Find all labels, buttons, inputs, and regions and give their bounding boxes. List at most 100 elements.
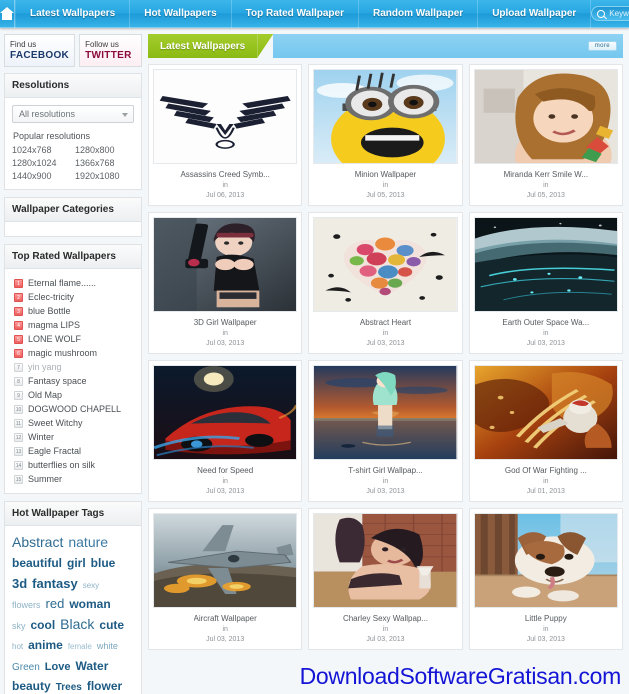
wallpaper-card[interactable]: Miranda Kerr Smile W... in Jul 05, 2013 [468, 64, 623, 206]
wallpaper-title[interactable]: Charley Sexy Wallpap... [343, 614, 428, 623]
wallpaper-card[interactable]: God Of War Fighting ... in Jul 01, 2013 [468, 360, 623, 502]
nav-item-upload-wallpaper[interactable]: Upload Wallpaper [478, 0, 592, 28]
top-rated-item[interactable]: 2 Eclec-tricity [12, 290, 134, 304]
wallpaper-thumbnail[interactable] [313, 217, 458, 312]
wallpaper-card[interactable]: Aircraft Wallpaper in Jul 03, 2013 [148, 508, 303, 650]
popular-resolutions-grid: 1024x768 1280x800 1280x1024 1366x768 144… [12, 144, 134, 182]
tag-link[interactable]: nature [68, 534, 108, 552]
top-rated-item[interactable]: 3 blue Bottle [12, 304, 134, 318]
more-button[interactable]: more [587, 41, 617, 51]
wallpaper-thumbnail[interactable] [153, 69, 298, 164]
tag-link[interactable]: cute [99, 618, 124, 633]
tag-link[interactable]: girl [67, 556, 86, 571]
wallpaper-title[interactable]: Assassins Creed Symb... [180, 170, 269, 179]
tag-link[interactable]: red [46, 596, 65, 613]
twitter-box[interactable]: Follow us TWITTER [79, 34, 142, 67]
wallpaper-title[interactable]: Aircraft Wallpaper [194, 614, 257, 623]
top-rated-item[interactable]: 7 yin yang [12, 360, 134, 374]
resolution-link[interactable]: 1440x900 [12, 170, 71, 182]
resolution-link[interactable]: 1280x1024 [12, 157, 71, 169]
resolution-select[interactable]: All resolutions [12, 105, 134, 123]
wallpaper-card[interactable]: Earth Outer Space Wa... in Jul 03, 2013 [468, 212, 623, 354]
wallpaper-card[interactable]: 3D Girl Wallpaper in Jul 03, 2013 [148, 212, 303, 354]
tag-link[interactable]: white [97, 641, 118, 653]
wallpaper-title[interactable]: Need for Speed [197, 466, 253, 475]
tag-link[interactable]: blue [91, 556, 116, 571]
tag-link[interactable]: fantasy [32, 576, 78, 593]
top-rated-item[interactable]: 15 Summer [12, 472, 134, 486]
top-rated-item[interactable]: 11 Sweet Witchy [12, 416, 134, 430]
tag-link[interactable]: Love [45, 660, 71, 674]
top-rated-item[interactable]: 5 LONE WOLF [12, 332, 134, 346]
top-rated-item[interactable]: 14 butterflies on silk [12, 458, 134, 472]
wallpaper-title[interactable]: Little Puppy [525, 614, 567, 623]
wallpaper-card[interactable]: Minion Wallpaper in Jul 05, 2013 [308, 64, 463, 206]
top-rated-item[interactable]: 6 magic mushroom [12, 346, 134, 360]
nav-item-top-rated-wallpaper[interactable]: Top Rated Wallpaper [232, 0, 359, 28]
wallpaper-title[interactable]: Minion Wallpaper [355, 170, 417, 179]
nav-item-random-wallpaper[interactable]: Random Wallpaper [359, 0, 479, 28]
top-rated-item[interactable]: 12 Winter [12, 430, 134, 444]
wallpaper-thumbnail[interactable] [153, 217, 298, 312]
top-rated-item-label: blue Bottle [28, 306, 71, 316]
tag-link[interactable]: hot [12, 642, 23, 652]
top-rated-item[interactable]: 4 magma LIPS [12, 318, 134, 332]
wallpaper-thumbnail[interactable] [473, 365, 618, 460]
tag-link[interactable]: beautiful [12, 556, 62, 571]
wallpaper-title[interactable]: Miranda Kerr Smile W... [504, 170, 588, 179]
wallpaper-thumbnail[interactable] [313, 365, 458, 460]
search-input[interactable] [609, 9, 629, 18]
tag-link[interactable]: Trees [56, 682, 82, 694]
top-rated-item[interactable]: 13 Eagle Fractal [12, 444, 134, 458]
tag-link[interactable]: female [68, 642, 92, 652]
top-rated-item[interactable]: 8 Fantasy space [12, 374, 134, 388]
nav-item-latest-wallpapers[interactable]: Latest Wallpapers [15, 0, 131, 28]
rank-badge: 12 [14, 432, 23, 442]
tag-link[interactable]: sky [12, 621, 26, 633]
wallpaper-card[interactable]: Charley Sexy Wallpap... in Jul 03, 2013 [308, 508, 463, 650]
wallpaper-card[interactable]: T-shirt Girl Wallpap... in Jul 03, 2013 [308, 360, 463, 502]
rank-badge: 13 [14, 446, 23, 456]
wallpaper-title[interactable]: Abstract Heart [360, 318, 411, 327]
tag-link[interactable]: Green [12, 662, 40, 675]
tag-link[interactable]: beauty [12, 679, 51, 694]
tag-link[interactable]: Black [60, 616, 94, 634]
wallpaper-thumbnail[interactable] [473, 513, 618, 608]
wallpaper-card[interactable]: Little Puppy in Jul 03, 2013 [468, 508, 623, 650]
tag-link[interactable]: flowers [12, 600, 41, 612]
resolution-link[interactable]: 1920x1080 [75, 170, 134, 182]
tag-link[interactable]: Abstract [12, 534, 63, 552]
top-rated-item-label: Sweet Witchy [28, 418, 83, 428]
top-rated-item[interactable]: 1 Eternal flame...... [12, 276, 134, 290]
wallpaper-thumbnail[interactable] [313, 513, 458, 608]
facebook-box[interactable]: Find us FACEBOOK [4, 34, 76, 67]
tag-link[interactable]: woman [69, 597, 110, 612]
tag-link[interactable]: flower [87, 679, 122, 694]
wallpaper-title[interactable]: God Of War Fighting ... [505, 466, 587, 475]
wallpaper-card[interactable]: Need for Speed in Jul 03, 2013 [148, 360, 303, 502]
wallpaper-title[interactable]: T-shirt Girl Wallpap... [348, 466, 422, 475]
nav-item-hot-wallpapers[interactable]: Hot Wallpapers [130, 0, 232, 28]
wallpaper-card[interactable]: Abstract Heart in Jul 03, 2013 [308, 212, 463, 354]
resolution-link[interactable]: 1024x768 [12, 144, 71, 156]
wallpaper-thumbnail[interactable] [153, 365, 298, 460]
tag-link[interactable]: sexy [83, 581, 99, 591]
tag-link[interactable]: Water [75, 659, 108, 674]
search-box[interactable] [591, 6, 629, 21]
tag-link[interactable]: cool [31, 618, 56, 633]
tag-link[interactable]: anime [28, 638, 63, 653]
wallpaper-thumbnail[interactable] [473, 69, 618, 164]
wallpaper-thumbnail[interactable] [473, 217, 618, 312]
wallpaper-title[interactable]: 3D Girl Wallpaper [194, 318, 257, 327]
wallpaper-thumbnail[interactable] [313, 69, 458, 164]
top-rated-item[interactable]: 10 DOGWOOD CHAPELL [12, 402, 134, 416]
rank-badge: 5 [14, 334, 23, 344]
resolution-link[interactable]: 1366x768 [75, 157, 134, 169]
top-rated-item[interactable]: 9 Old Map [12, 388, 134, 402]
wallpaper-thumbnail[interactable] [153, 513, 298, 608]
wallpaper-title[interactable]: Earth Outer Space Wa... [502, 318, 589, 327]
resolution-link[interactable]: 1280x800 [75, 144, 134, 156]
wallpaper-card[interactable]: Assassins Creed Symb... in Jul 06, 2013 [148, 64, 303, 206]
tag-link[interactable]: 3d [12, 576, 27, 593]
home-button[interactable] [0, 0, 15, 28]
